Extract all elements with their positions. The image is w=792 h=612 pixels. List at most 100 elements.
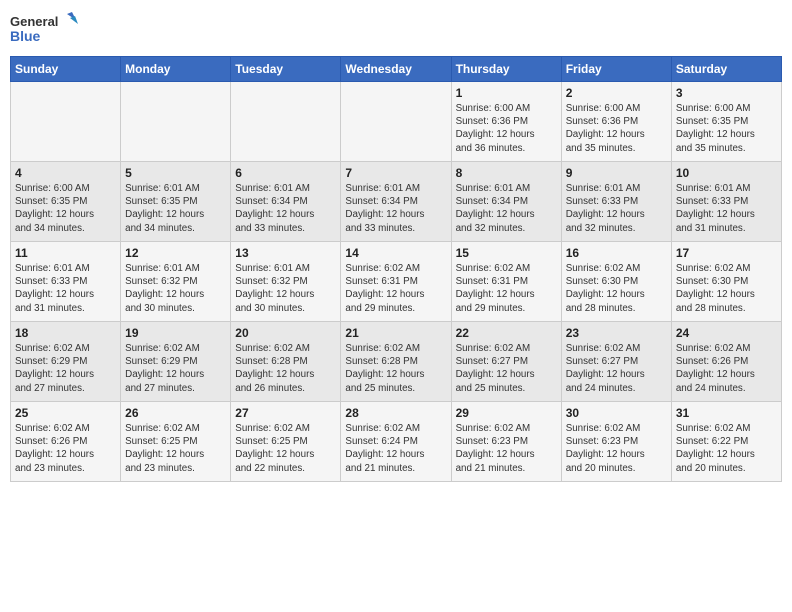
day-info: Sunrise: 6:02 AM Sunset: 6:26 PM Dayligh… bbox=[676, 342, 777, 395]
day-number: 5 bbox=[125, 166, 226, 180]
calendar-cell: 17Sunrise: 6:02 AM Sunset: 6:30 PM Dayli… bbox=[671, 242, 781, 322]
calendar-cell: 1 Sunrise: 6:00 AM Sunset: 6:36 PM Daylig… bbox=[451, 82, 561, 162]
day-info: Sunrise: 6:01 AM Sunset: 6:32 PM Dayligh… bbox=[235, 262, 336, 315]
day-info: Sunrise: 6:02 AM Sunset: 6:25 PM Dayligh… bbox=[235, 422, 336, 475]
day-info: Sunrise: 6:02 AM Sunset: 6:28 PM Dayligh… bbox=[235, 342, 336, 395]
calendar-week-row: 4Sunrise: 6:00 AM Sunset: 6:35 PM Daylig… bbox=[11, 162, 782, 242]
day-info: Sunrise: 6:02 AM Sunset: 6:28 PM Dayligh… bbox=[345, 342, 446, 395]
day-info: Sunrise: 6:01 AM Sunset: 6:34 PM Dayligh… bbox=[456, 182, 557, 235]
day-info: Sunrise: 6:02 AM Sunset: 6:26 PM Dayligh… bbox=[15, 422, 116, 475]
calendar-cell: 3 Sunrise: 6:00 AM Sunset: 6:35 PM Daylig… bbox=[671, 82, 781, 162]
calendar-cell: 20 Sunrise: 6:02 AM Sunset: 6:28 PM Dayli… bbox=[231, 322, 341, 402]
day-info: Sunrise: 6:02 AM Sunset: 6:31 PM Dayligh… bbox=[456, 262, 557, 315]
calendar-week-row: 1 Sunrise: 6:00 AM Sunset: 6:36 PM Daylig… bbox=[11, 82, 782, 162]
day-number: 3 bbox=[676, 86, 777, 100]
day-info: Sunrise: 6:02 AM Sunset: 6:23 PM Dayligh… bbox=[456, 422, 557, 475]
day-number: 12 bbox=[125, 246, 226, 260]
page-header: General Blue bbox=[10, 10, 782, 50]
calendar-cell: 24Sunrise: 6:02 AM Sunset: 6:26 PM Dayli… bbox=[671, 322, 781, 402]
day-number: 20 bbox=[235, 326, 336, 340]
day-info: Sunrise: 6:01 AM Sunset: 6:33 PM Dayligh… bbox=[676, 182, 777, 235]
calendar-cell: 19Sunrise: 6:02 AM Sunset: 6:29 PM Dayli… bbox=[121, 322, 231, 402]
calendar-cell: 7 Sunrise: 6:01 AM Sunset: 6:34 PM Daylig… bbox=[341, 162, 451, 242]
calendar-cell: 22 Sunrise: 6:02 AM Sunset: 6:27 PM Dayli… bbox=[451, 322, 561, 402]
day-info: Sunrise: 6:01 AM Sunset: 6:32 PM Dayligh… bbox=[125, 262, 226, 315]
calendar-cell bbox=[11, 82, 121, 162]
calendar-week-row: 25 Sunrise: 6:02 AM Sunset: 6:26 PM Dayli… bbox=[11, 402, 782, 482]
calendar-cell: 4Sunrise: 6:00 AM Sunset: 6:35 PM Daylig… bbox=[11, 162, 121, 242]
calendar-week-row: 11 Sunrise: 6:01 AM Sunset: 6:33 PM Dayli… bbox=[11, 242, 782, 322]
day-number: 31 bbox=[676, 406, 777, 420]
calendar-cell: 26 Sunrise: 6:02 AM Sunset: 6:25 PM Dayli… bbox=[121, 402, 231, 482]
day-number: 26 bbox=[125, 406, 226, 420]
day-info: Sunrise: 6:02 AM Sunset: 6:27 PM Dayligh… bbox=[456, 342, 557, 395]
calendar-cell: 27Sunrise: 6:02 AM Sunset: 6:25 PM Dayli… bbox=[231, 402, 341, 482]
day-number: 25 bbox=[15, 406, 116, 420]
day-number: 9 bbox=[566, 166, 667, 180]
calendar-cell: 28 Sunrise: 6:02 AM Sunset: 6:24 PM Dayli… bbox=[341, 402, 451, 482]
day-info: Sunrise: 6:01 AM Sunset: 6:34 PM Dayligh… bbox=[345, 182, 446, 235]
day-info: Sunrise: 6:02 AM Sunset: 6:31 PM Dayligh… bbox=[345, 262, 446, 315]
calendar-cell: 14 Sunrise: 6:02 AM Sunset: 6:31 PM Dayli… bbox=[341, 242, 451, 322]
calendar-cell: 9 Sunrise: 6:01 AM Sunset: 6:33 PM Daylig… bbox=[561, 162, 671, 242]
calendar-cell: 12 Sunrise: 6:01 AM Sunset: 6:32 PM Dayli… bbox=[121, 242, 231, 322]
day-info: Sunrise: 6:01 AM Sunset: 6:34 PM Dayligh… bbox=[235, 182, 336, 235]
day-number: 7 bbox=[345, 166, 446, 180]
calendar-cell: 25 Sunrise: 6:02 AM Sunset: 6:26 PM Dayli… bbox=[11, 402, 121, 482]
day-number: 10 bbox=[676, 166, 777, 180]
calendar-cell: 15 Sunrise: 6:02 AM Sunset: 6:31 PM Dayli… bbox=[451, 242, 561, 322]
day-number: 21 bbox=[345, 326, 446, 340]
day-info: Sunrise: 6:00 AM Sunset: 6:36 PM Dayligh… bbox=[456, 102, 557, 155]
day-number: 16 bbox=[566, 246, 667, 260]
weekday-header: Thursday bbox=[451, 57, 561, 82]
weekday-header: Sunday bbox=[11, 57, 121, 82]
calendar-cell: 2Sunrise: 6:00 AM Sunset: 6:36 PM Daylig… bbox=[561, 82, 671, 162]
calendar-cell: 11 Sunrise: 6:01 AM Sunset: 6:33 PM Dayli… bbox=[11, 242, 121, 322]
day-info: Sunrise: 6:00 AM Sunset: 6:35 PM Dayligh… bbox=[15, 182, 116, 235]
calendar-cell: 31 Sunrise: 6:02 AM Sunset: 6:22 PM Dayli… bbox=[671, 402, 781, 482]
day-number: 8 bbox=[456, 166, 557, 180]
weekday-header: Monday bbox=[121, 57, 231, 82]
calendar-week-row: 18 Sunrise: 6:02 AM Sunset: 6:29 PM Dayli… bbox=[11, 322, 782, 402]
weekday-header: Wednesday bbox=[341, 57, 451, 82]
calendar-cell bbox=[231, 82, 341, 162]
day-info: Sunrise: 6:02 AM Sunset: 6:22 PM Dayligh… bbox=[676, 422, 777, 475]
day-number: 29 bbox=[456, 406, 557, 420]
svg-text:General: General bbox=[10, 14, 58, 29]
day-info: Sunrise: 6:02 AM Sunset: 6:29 PM Dayligh… bbox=[15, 342, 116, 395]
day-info: Sunrise: 6:00 AM Sunset: 6:35 PM Dayligh… bbox=[676, 102, 777, 155]
day-number: 22 bbox=[456, 326, 557, 340]
weekday-header-row: SundayMondayTuesdayWednesdayThursdayFrid… bbox=[11, 57, 782, 82]
calendar-cell bbox=[121, 82, 231, 162]
day-number: 15 bbox=[456, 246, 557, 260]
day-number: 1 bbox=[456, 86, 557, 100]
svg-text:Blue: Blue bbox=[10, 28, 41, 44]
calendar-cell: 16 Sunrise: 6:02 AM Sunset: 6:30 PM Dayli… bbox=[561, 242, 671, 322]
day-number: 11 bbox=[15, 246, 116, 260]
calendar-cell: 8 Sunrise: 6:01 AM Sunset: 6:34 PM Daylig… bbox=[451, 162, 561, 242]
day-number: 23 bbox=[566, 326, 667, 340]
day-number: 19 bbox=[125, 326, 226, 340]
calendar-cell: 21 Sunrise: 6:02 AM Sunset: 6:28 PM Dayli… bbox=[341, 322, 451, 402]
calendar-cell: 30Sunrise: 6:02 AM Sunset: 6:23 PM Dayli… bbox=[561, 402, 671, 482]
calendar-cell: 18 Sunrise: 6:02 AM Sunset: 6:29 PM Dayli… bbox=[11, 322, 121, 402]
day-number: 18 bbox=[15, 326, 116, 340]
calendar-cell bbox=[341, 82, 451, 162]
calendar-cell: 13 Sunrise: 6:01 AM Sunset: 6:32 PM Dayli… bbox=[231, 242, 341, 322]
day-info: Sunrise: 6:02 AM Sunset: 6:25 PM Dayligh… bbox=[125, 422, 226, 475]
weekday-header: Friday bbox=[561, 57, 671, 82]
calendar-cell: 29 Sunrise: 6:02 AM Sunset: 6:23 PM Dayli… bbox=[451, 402, 561, 482]
day-number: 14 bbox=[345, 246, 446, 260]
day-info: Sunrise: 6:02 AM Sunset: 6:30 PM Dayligh… bbox=[676, 262, 777, 315]
day-info: Sunrise: 6:01 AM Sunset: 6:33 PM Dayligh… bbox=[15, 262, 116, 315]
day-info: Sunrise: 6:01 AM Sunset: 6:33 PM Dayligh… bbox=[566, 182, 667, 235]
day-info: Sunrise: 6:02 AM Sunset: 6:24 PM Dayligh… bbox=[345, 422, 446, 475]
day-number: 13 bbox=[235, 246, 336, 260]
day-number: 2 bbox=[566, 86, 667, 100]
day-info: Sunrise: 6:02 AM Sunset: 6:30 PM Dayligh… bbox=[566, 262, 667, 315]
day-info: Sunrise: 6:01 AM Sunset: 6:35 PM Dayligh… bbox=[125, 182, 226, 235]
calendar-cell: 5 Sunrise: 6:01 AM Sunset: 6:35 PM Daylig… bbox=[121, 162, 231, 242]
day-info: Sunrise: 6:02 AM Sunset: 6:23 PM Dayligh… bbox=[566, 422, 667, 475]
day-number: 28 bbox=[345, 406, 446, 420]
day-number: 6 bbox=[235, 166, 336, 180]
